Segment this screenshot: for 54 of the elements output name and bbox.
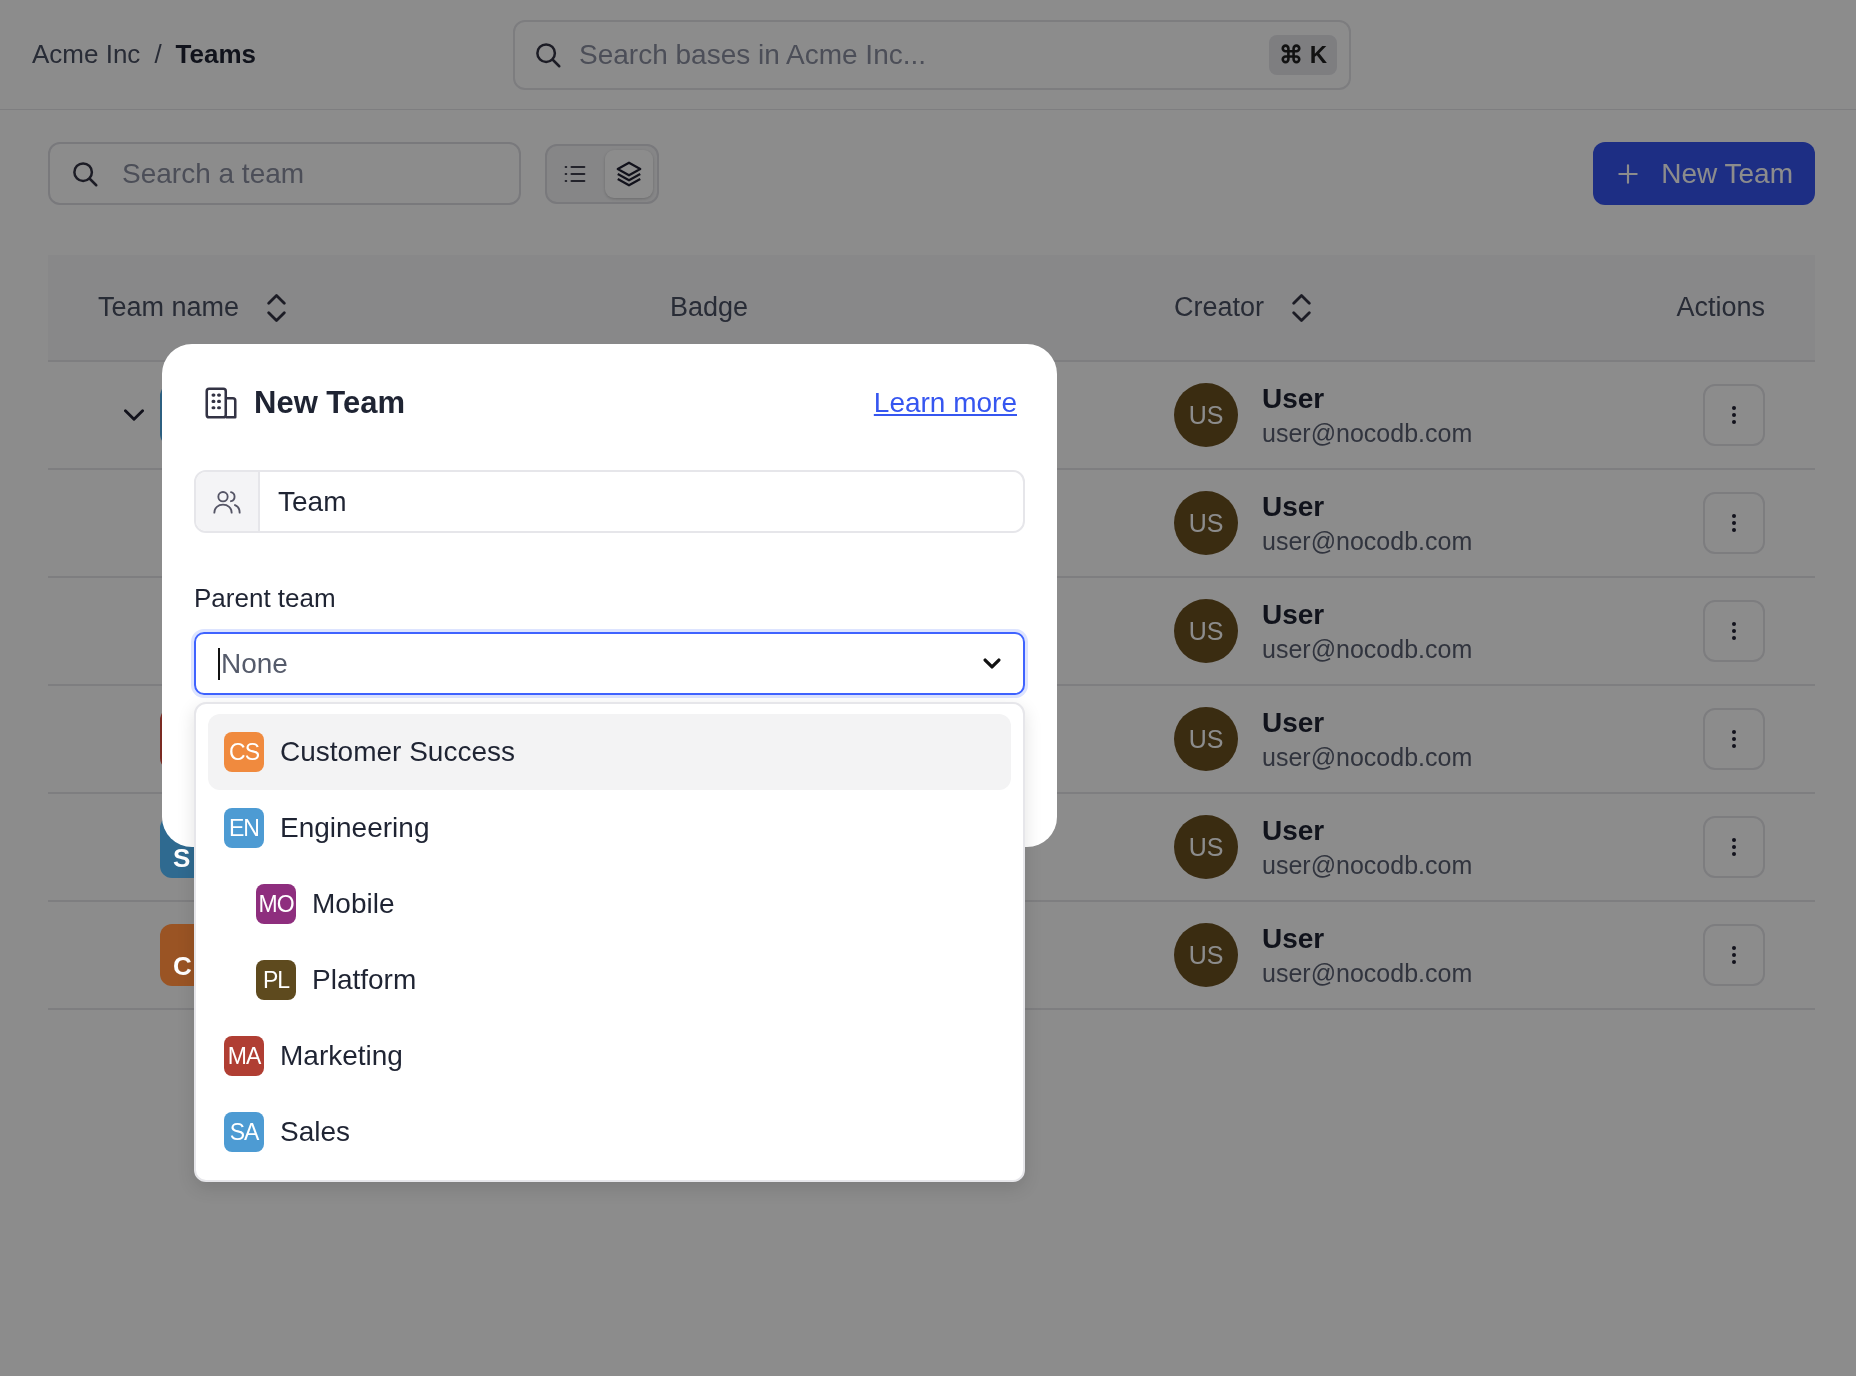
column-header: Badge	[670, 292, 749, 323]
breadcrumb-separator: /	[154, 39, 162, 70]
user-name: User	[1262, 598, 1326, 631]
user-name: User	[1262, 490, 1326, 523]
column-header[interactable]: Team name	[98, 292, 287, 323]
breadcrumb-item[interactable]: Acme Inc	[32, 39, 141, 70]
user-name: User	[1262, 922, 1326, 955]
user-avatar: US	[1174, 491, 1238, 555]
column-header: Actions	[1676, 292, 1765, 323]
more-button[interactable]	[1703, 384, 1765, 446]
user-avatar: US	[1174, 707, 1238, 771]
user-avatar: US	[1174, 599, 1238, 663]
more-button[interactable]	[1703, 708, 1765, 770]
user-avatar: US	[1174, 383, 1238, 447]
user-name: User	[1262, 706, 1326, 739]
team-badge: PL	[256, 960, 296, 1000]
team-badge: MA	[224, 1036, 264, 1076]
user-name: User	[1262, 382, 1326, 415]
shortcut-hint: ⌘ K	[1269, 34, 1337, 75]
building-icon	[202, 384, 240, 422]
user-name: User	[1262, 814, 1326, 847]
breadcrumb-item: Teams	[175, 39, 257, 70]
user-avatar: US	[1174, 815, 1238, 879]
dialog-title: New Team	[254, 385, 406, 421]
sort-icon	[267, 293, 287, 322]
chevron-down-icon	[983, 658, 1001, 669]
user-email: user@nocodb.com	[1262, 634, 1473, 664]
sort-icon	[1292, 293, 1312, 322]
search-field[interactable]: Search a team	[48, 142, 521, 205]
more-button[interactable]	[1703, 816, 1765, 878]
search-field[interactable]: Search bases in Acme Inc... ⌘ K	[513, 19, 1351, 90]
user-email: user@nocodb.com	[1262, 850, 1473, 880]
more-button[interactable]	[1703, 924, 1765, 986]
user-email: user@nocodb.com	[1262, 958, 1473, 988]
user-email: user@nocodb.com	[1262, 526, 1473, 556]
dropdown-option[interactable]: CS Customer Success	[208, 714, 1011, 790]
tree-view-button[interactable]	[605, 149, 653, 198]
field-label: Parent team	[194, 583, 337, 614]
dropdown-option[interactable]: MA Marketing	[208, 1018, 1011, 1094]
learn-more-link[interactable]: Learn more	[873, 387, 1017, 419]
team-badge: SA	[224, 1112, 264, 1152]
chevron-down-icon[interactable]	[124, 409, 144, 421]
search-input[interactable]: Search a team	[120, 156, 499, 191]
new-team-button[interactable]: New Team	[1593, 142, 1815, 205]
team-badge: EN	[224, 808, 264, 848]
more-button[interactable]	[1703, 600, 1765, 662]
more-button[interactable]	[1703, 492, 1765, 554]
search-input[interactable]: Search bases in Acme Inc...	[577, 37, 1255, 72]
user-email: user@nocodb.com	[1262, 742, 1473, 772]
team-badge: MO	[256, 884, 296, 924]
column-header[interactable]: Creator	[1174, 292, 1312, 323]
user-email: user@nocodb.com	[1262, 418, 1473, 448]
team-badge: CS	[224, 732, 264, 772]
user-avatar: US	[1174, 923, 1238, 987]
